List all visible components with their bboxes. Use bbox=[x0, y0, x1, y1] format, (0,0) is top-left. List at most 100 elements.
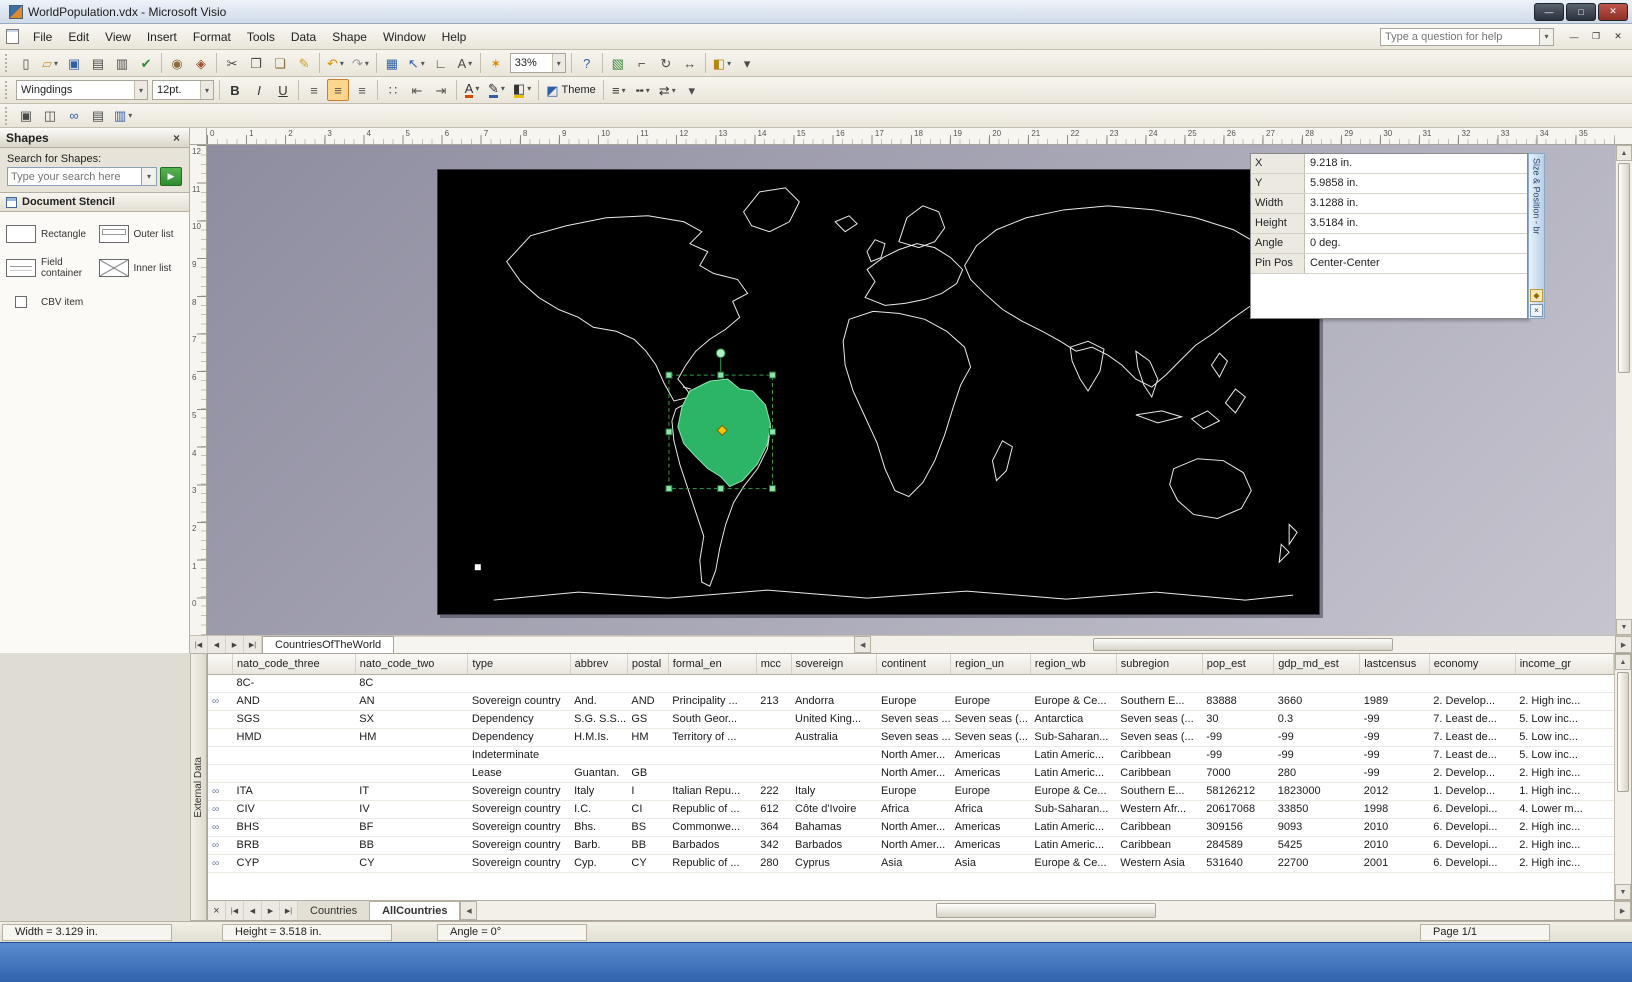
scroll-up-icon[interactable]: ▲ bbox=[1615, 654, 1631, 670]
next-page-button[interactable]: ▶ bbox=[226, 636, 244, 653]
data-tab-allcountries[interactable]: AllCountries bbox=[370, 901, 460, 920]
close-icon[interactable]: × bbox=[208, 901, 226, 920]
windows-taskbar[interactable] bbox=[0, 942, 1632, 982]
size-position-tab[interactable]: Size & Position - br ◆ × bbox=[1528, 153, 1545, 319]
ed-last-button[interactable]: ▶| bbox=[280, 901, 298, 920]
open-icon[interactable]: ▱▾ bbox=[39, 52, 61, 74]
first-page-button[interactable]: |◀ bbox=[190, 636, 208, 653]
menu-view[interactable]: View bbox=[97, 26, 139, 48]
align-right-button[interactable]: ≡ bbox=[351, 79, 373, 101]
paste-icon[interactable]: ❏ bbox=[269, 52, 291, 74]
decrease-indent-button[interactable]: ⇤ bbox=[406, 79, 428, 101]
scroll-left-icon[interactable]: ◀ bbox=[460, 901, 477, 920]
stencil-shape-field-container[interactable]: Field container bbox=[2, 250, 95, 286]
scroll-up-icon[interactable]: ▲ bbox=[1616, 145, 1632, 161]
connector-tool-icon[interactable]: ∟ bbox=[430, 52, 452, 74]
scroll-track[interactable] bbox=[1615, 794, 1631, 884]
scroll-track[interactable] bbox=[477, 901, 933, 920]
field-value-height[interactable]: 3.5184 in. bbox=[1305, 214, 1527, 233]
column-header-nato-code-three[interactable]: nato_code_three bbox=[233, 654, 356, 674]
field-value-x[interactable]: 9.218 in. bbox=[1305, 154, 1527, 173]
field-value-pin-pos[interactable]: Center-Center bbox=[1305, 254, 1527, 273]
menu-data[interactable]: Data bbox=[283, 26, 324, 48]
scroll-right-icon[interactable]: ▶ bbox=[1614, 901, 1631, 920]
arrows-button[interactable]: ⇄▾ bbox=[656, 79, 679, 101]
menu-file[interactable]: File bbox=[25, 26, 60, 48]
menu-format[interactable]: Format bbox=[185, 26, 239, 48]
selection-handle[interactable] bbox=[769, 372, 775, 378]
hyperlink-icon[interactable]: ∞ bbox=[63, 105, 85, 127]
menu-help[interactable]: Help bbox=[434, 26, 475, 48]
vertical-scroll-thumb[interactable] bbox=[1617, 672, 1629, 792]
field-value-y[interactable]: 5.9858 in. bbox=[1305, 174, 1527, 193]
data-tab-countries[interactable]: Countries bbox=[298, 901, 370, 920]
horizontal-scroll-thumb[interactable] bbox=[936, 903, 1156, 918]
table-row[interactable]: ∞BRBBBSovereign countryBarb.BBBarbados34… bbox=[208, 836, 1614, 854]
rotation-handle[interactable] bbox=[716, 349, 725, 358]
line-color-button[interactable]: ✎▾ bbox=[485, 79, 508, 101]
copy-icon[interactable]: ❐ bbox=[245, 52, 267, 74]
stencil-shape-outer-list[interactable]: Outer list bbox=[95, 218, 188, 250]
scroll-track[interactable] bbox=[1616, 375, 1632, 619]
chevron-down-icon[interactable]: ▾ bbox=[1540, 28, 1554, 46]
layer-properties-icon[interactable]: ▤ bbox=[87, 105, 109, 127]
chevron-down-icon[interactable]: ▾ bbox=[200, 81, 213, 99]
close-icon[interactable]: × bbox=[1530, 304, 1543, 317]
line-weight-button[interactable]: ≡▾ bbox=[608, 79, 630, 101]
toolbar-grip[interactable] bbox=[5, 107, 10, 125]
table-row[interactable]: HMDHMDependencyH.M.Is.HMTerritory of ...… bbox=[208, 728, 1614, 746]
drawing-canvas[interactable]: X9.218 in.Y5.9858 in.Width3.1288 in.Heig… bbox=[207, 145, 1615, 635]
column-header-pop-est[interactable]: pop_est bbox=[1202, 654, 1274, 674]
selection-handle[interactable] bbox=[666, 372, 672, 378]
scroll-track[interactable] bbox=[1158, 901, 1614, 920]
rotate-icon[interactable]: ↻ bbox=[655, 52, 677, 74]
selection-handle[interactable] bbox=[666, 429, 672, 435]
menu-shape[interactable]: Shape bbox=[324, 26, 375, 48]
line-pattern-button[interactable]: ╍▾ bbox=[632, 79, 654, 101]
cut-icon[interactable]: ✂ bbox=[221, 52, 243, 74]
new-document-icon[interactable]: ▯ bbox=[15, 52, 37, 74]
print-page-icon[interactable]: ▥▾ bbox=[111, 105, 135, 127]
scroll-left-icon[interactable]: ◀ bbox=[854, 636, 871, 653]
table-row[interactable]: ∞CIVIVSovereign countryI.C.CIRepublic of… bbox=[208, 800, 1614, 818]
document-icon[interactable] bbox=[6, 29, 19, 44]
column-header-type[interactable]: type bbox=[468, 654, 570, 674]
shape-search-input[interactable] bbox=[7, 167, 142, 186]
horizontal-scroll-thumb[interactable] bbox=[1093, 638, 1393, 651]
search-go-button[interactable]: ▶ bbox=[160, 167, 182, 186]
document-stencil-header[interactable]: Document Stencil bbox=[0, 192, 189, 212]
field-value-width[interactable]: 3.1288 in. bbox=[1305, 194, 1527, 213]
column-header-region-wb[interactable]: region_wb bbox=[1030, 654, 1116, 674]
scroll-track[interactable] bbox=[871, 636, 1091, 653]
tile-windows-icon[interactable]: ◫ bbox=[39, 105, 61, 127]
font-color-button[interactable]: A▾ bbox=[461, 79, 483, 101]
table-row[interactable]: ∞BHSBFSovereign countryBhs.BSCommonwe...… bbox=[208, 818, 1614, 836]
ed-first-button[interactable]: |◀ bbox=[226, 901, 244, 920]
close-button[interactable]: ✕ bbox=[1598, 3, 1628, 21]
undo-icon[interactable]: ↶▾ bbox=[324, 52, 347, 74]
ed-next-button[interactable]: ▶ bbox=[262, 901, 280, 920]
line-ends-icon[interactable]: ↔ bbox=[679, 52, 701, 74]
stencil-shape-cbv-item[interactable]: CBV item bbox=[2, 286, 95, 318]
format-painter-icon[interactable]: ✎ bbox=[293, 52, 315, 74]
autohide-pin-icon[interactable]: ◆ bbox=[1530, 289, 1543, 302]
menu-tools[interactable]: Tools bbox=[239, 26, 283, 48]
fill-bucket-icon[interactable]: ◧▾ bbox=[710, 52, 734, 74]
underline-button[interactable]: U bbox=[272, 79, 294, 101]
research-icon[interactable]: ◉ bbox=[166, 52, 188, 74]
selection-handle[interactable] bbox=[666, 486, 672, 492]
menu-window[interactable]: Window bbox=[375, 26, 434, 48]
selection-handle[interactable] bbox=[769, 429, 775, 435]
spelling-icon[interactable]: ✔ bbox=[135, 52, 157, 74]
redo-icon[interactable]: ↷▾ bbox=[349, 52, 372, 74]
column-header-subregion[interactable]: subregion bbox=[1116, 654, 1202, 674]
column-header-nato-code-two[interactable]: nato_code_two bbox=[355, 654, 468, 674]
column-header-economy[interactable]: economy bbox=[1429, 654, 1515, 674]
print-preview-icon[interactable]: ▥ bbox=[111, 52, 133, 74]
align-left-button[interactable]: ≡ bbox=[303, 79, 325, 101]
table-row[interactable]: LeaseGuantan.GBNorth Amer...AmericasLati… bbox=[208, 764, 1614, 782]
field-value-angle[interactable]: 0 deg. bbox=[1305, 234, 1527, 253]
menu-edit[interactable]: Edit bbox=[60, 26, 97, 48]
column-header-income-gr[interactable]: income_gr bbox=[1515, 654, 1613, 674]
column-header-lastcensus[interactable]: lastcensus bbox=[1360, 654, 1430, 674]
